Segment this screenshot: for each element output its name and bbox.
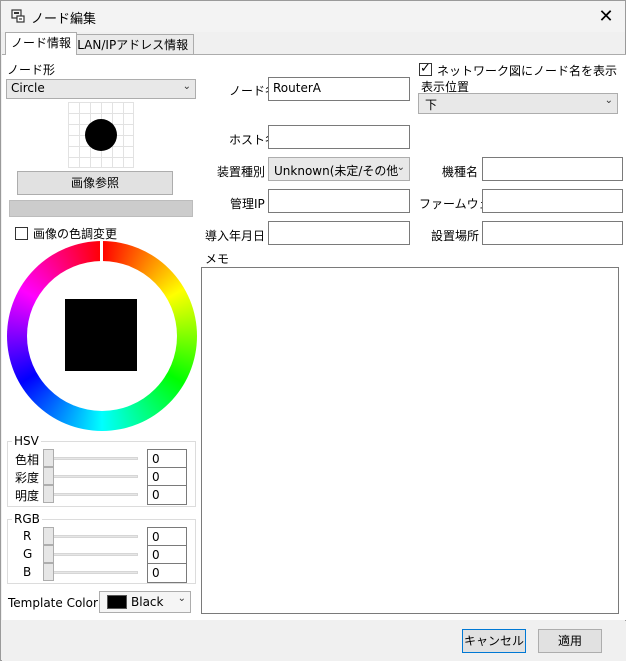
intro-date-label: 導入年月日: [205, 229, 266, 243]
chevron-down-icon: ⌄: [396, 162, 405, 173]
cancel-button[interactable]: キャンセル: [462, 629, 526, 653]
tab-node-info[interactable]: ノード情報: [5, 32, 78, 55]
title-bar: ノード編集 ✕: [1, 1, 625, 32]
dialog-button-bar: [2, 621, 626, 661]
green-label: G: [23, 547, 33, 561]
management-ip-input[interactable]: [268, 189, 410, 213]
device-type-select[interactable]: Unknown(未定/その他 ⌄: [268, 157, 410, 181]
location-label: 設置場所: [431, 229, 480, 243]
image-browse-button[interactable]: 画像参照: [17, 171, 173, 195]
green-slider-thumb[interactable]: [43, 545, 54, 563]
close-button[interactable]: ✕: [591, 4, 621, 29]
show-name-checkbox[interactable]: [419, 61, 432, 76]
blue-label: B: [23, 565, 32, 579]
host-name-input[interactable]: [268, 125, 410, 149]
firmware-input[interactable]: [482, 189, 623, 213]
hue-label: 色相: [15, 453, 40, 467]
blue-slider-track[interactable]: [43, 571, 138, 574]
node-name-input[interactable]: RouterA: [268, 77, 410, 101]
red-label: R: [23, 529, 32, 543]
chevron-down-icon: ⌄: [604, 95, 613, 106]
tint-checkbox-label: 画像の色調変更: [33, 227, 118, 241]
chevron-down-icon: ⌄: [177, 593, 186, 604]
shape-label: ノード形: [7, 63, 56, 77]
window-title: ノード編集: [31, 12, 97, 27]
rgb-group-title: RGB: [12, 512, 42, 526]
hue-color-wheel[interactable]: [7, 241, 197, 431]
hue-value-input[interactable]: 0: [147, 449, 187, 469]
node-edit-dialog: ノード編集 ✕ ノード情報 VLAN/IPアドレス情報 ノード形 Circle …: [0, 0, 626, 661]
apply-button[interactable]: 適用: [538, 629, 602, 653]
tint-checkbox[interactable]: [15, 227, 28, 240]
green-slider-track[interactable]: [43, 553, 138, 556]
brightness-label: 明度: [15, 489, 40, 503]
device-type-label: 装置種別: [217, 165, 266, 179]
show-name-label: ネットワーク図にノード名を表示: [437, 64, 618, 78]
memo-textarea[interactable]: [201, 267, 619, 614]
shape-select[interactable]: Circle ⌄: [6, 79, 196, 99]
saturation-value-input[interactable]: 0: [147, 467, 187, 487]
location-input[interactable]: [482, 221, 623, 245]
display-position-value: 下: [425, 98, 438, 112]
node-edit-icon: [11, 9, 25, 23]
model-name-input[interactable]: [482, 157, 623, 181]
node-circle-shape: [85, 119, 117, 151]
brightness-value-input[interactable]: 0: [147, 485, 187, 505]
image-path-bar: [9, 200, 193, 217]
template-color-swatch: [107, 595, 127, 609]
saturation-label: 彩度: [15, 471, 40, 485]
green-value-input[interactable]: 0: [147, 545, 187, 565]
template-color-label: Template Color:: [8, 596, 102, 610]
chevron-down-icon: ⌄: [182, 81, 191, 92]
tab-vlan-ip-info[interactable]: VLAN/IPアドレス情報: [63, 34, 195, 55]
template-color-select[interactable]: Black ⌄: [99, 591, 191, 613]
red-value-input[interactable]: 0: [147, 527, 187, 547]
hue-slider-track[interactable]: [43, 457, 138, 460]
blue-value-input[interactable]: 0: [147, 563, 187, 583]
memo-label: メモ: [205, 252, 230, 266]
shape-preview: [68, 102, 134, 168]
display-position-select[interactable]: 下 ⌄: [418, 93, 618, 114]
shape-select-value: Circle: [11, 81, 45, 95]
hue-marker[interactable]: [100, 241, 103, 263]
brightness-slider-thumb[interactable]: [43, 485, 54, 503]
saturation-slider-track[interactable]: [43, 475, 138, 478]
hue-slider-thumb[interactable]: [43, 449, 54, 467]
red-slider-thumb[interactable]: [43, 527, 54, 545]
hsv-group-title: HSV: [12, 434, 41, 448]
brightness-slider-track[interactable]: [43, 493, 138, 496]
device-type-value: Unknown(未定/その他: [274, 164, 399, 178]
red-slider-track[interactable]: [43, 535, 138, 538]
saturation-value-square[interactable]: [65, 299, 137, 371]
intro-date-input[interactable]: [268, 221, 410, 245]
blue-slider-thumb[interactable]: [43, 563, 54, 581]
model-name-label: 機種名: [442, 165, 479, 179]
template-color-value: Black: [131, 595, 164, 609]
management-ip-label: 管理IP: [230, 197, 265, 211]
saturation-slider-thumb[interactable]: [43, 467, 54, 485]
